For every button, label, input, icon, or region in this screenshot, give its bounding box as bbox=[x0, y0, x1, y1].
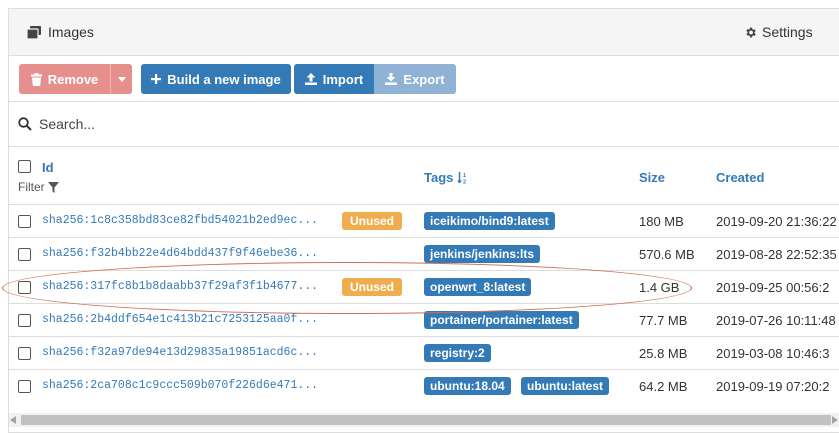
image-tag-badge: portainer/portainer:latest bbox=[424, 311, 579, 329]
image-created: 2019-09-25 00:56:2 bbox=[716, 280, 830, 295]
image-size: 570.6 MB bbox=[639, 247, 695, 262]
build-image-button[interactable]: Build a new image bbox=[141, 64, 291, 94]
search-bar bbox=[9, 101, 839, 147]
image-tag-badge: registry:2 bbox=[424, 344, 491, 362]
trash-icon bbox=[30, 72, 42, 86]
page-title: Images bbox=[27, 24, 94, 40]
upload-icon bbox=[304, 73, 317, 85]
unused-badge: Unused bbox=[342, 212, 403, 230]
image-tag-badge: jenkins/jenkins:lts bbox=[424, 245, 541, 263]
column-header-created[interactable]: Created bbox=[716, 170, 764, 185]
image-size: 180 MB bbox=[639, 214, 684, 229]
select-all-checkbox[interactable] bbox=[18, 160, 31, 173]
image-tag-badge: ubuntu:latest bbox=[521, 377, 609, 395]
image-tag-badge: openwrt_8:latest bbox=[424, 278, 532, 296]
sort-alpha-asc-icon: 1 2 bbox=[457, 171, 466, 184]
column-header-size[interactable]: Size bbox=[639, 170, 665, 185]
settings-link[interactable]: Settings bbox=[744, 24, 813, 40]
svg-text:1: 1 bbox=[463, 173, 466, 179]
table-row: sha256:2b4ddf654e1c413b21c7253125aa0f...… bbox=[9, 304, 839, 337]
row-checkbox[interactable] bbox=[18, 248, 31, 261]
remove-label: Remove bbox=[47, 71, 99, 87]
download-icon bbox=[385, 73, 398, 85]
image-id-link[interactable]: sha256:f32b4bb22e4d64bdd437f9f46ebe36... bbox=[42, 247, 318, 260]
remove-dropdown-toggle[interactable] bbox=[110, 64, 132, 94]
image-size: 25.8 MB bbox=[639, 346, 688, 361]
gear-icon bbox=[746, 27, 756, 37]
scrollbar-thumb[interactable] bbox=[21, 415, 831, 425]
image-size: 1.4 GB bbox=[639, 280, 680, 295]
table-header: Id Filter Tags 1 2 Size Created bbox=[9, 146, 839, 205]
image-created: 2019-09-19 07:20:2 bbox=[716, 379, 830, 394]
image-id-link[interactable]: sha256:1c8c358bd83ce82fbd54021b2ed9ec... bbox=[42, 214, 318, 227]
unused-badge: Unused bbox=[342, 278, 403, 296]
row-checkbox[interactable] bbox=[18, 215, 31, 228]
filter-icon bbox=[47, 181, 59, 193]
filter-toggle[interactable]: Filter bbox=[18, 180, 59, 194]
search-icon bbox=[18, 117, 32, 131]
image-tag-badge: ubuntu:18.04 bbox=[424, 377, 511, 395]
filter-label: Filter bbox=[18, 180, 45, 194]
search-input[interactable] bbox=[39, 112, 799, 136]
scroll-right-arrow-icon[interactable] bbox=[832, 416, 838, 424]
image-created: 2019-03-08 10:46:3 bbox=[716, 346, 830, 361]
import-button[interactable]: Import bbox=[294, 64, 374, 94]
remove-button[interactable]: Remove bbox=[19, 64, 110, 94]
images-icon bbox=[27, 25, 41, 39]
export-button[interactable]: Export bbox=[374, 64, 456, 94]
page-title-text: Images bbox=[48, 24, 94, 40]
table-row: sha256:317fc8b1b8daabb37f29af3f1b4677...… bbox=[9, 271, 839, 304]
image-id-link[interactable]: sha256:317fc8b1b8daabb37f29af3f1b4677... bbox=[42, 280, 318, 293]
image-created: 2019-09-20 21:36:22 bbox=[716, 214, 837, 229]
row-checkbox[interactable] bbox=[18, 347, 31, 360]
image-id-link[interactable]: sha256:2ca708c1c9ccc509b070f226d6e471... bbox=[42, 379, 318, 392]
image-size: 77.7 MB bbox=[639, 313, 688, 328]
caret-down-icon bbox=[117, 76, 126, 82]
image-id-link[interactable]: sha256:f32a97de94e13d29835a19851acd6c... bbox=[42, 346, 318, 359]
row-checkbox[interactable] bbox=[18, 380, 31, 393]
image-created: 2019-08-28 22:52:35 bbox=[716, 247, 837, 262]
build-label: Build a new image bbox=[167, 71, 281, 87]
panel-header: Images Settings bbox=[9, 9, 839, 56]
column-header-tags[interactable]: Tags 1 2 bbox=[424, 170, 469, 185]
import-label: Import bbox=[322, 71, 364, 87]
image-tag-badge: iceikimo/bind9:latest bbox=[424, 212, 555, 230]
toolbar: Remove Build a new image Import Export bbox=[9, 55, 839, 101]
column-header-tags-label: Tags bbox=[424, 170, 454, 185]
images-panel: Images Settings Remove Build a new image… bbox=[8, 8, 839, 433]
svg-text:2: 2 bbox=[463, 179, 466, 184]
column-header-id[interactable]: Id bbox=[42, 160, 54, 175]
image-created: 2019-07-26 10:11:48 bbox=[716, 313, 836, 328]
horizontal-scrollbar[interactable] bbox=[9, 413, 839, 427]
table-row: sha256:1c8c358bd83ce82fbd54021b2ed9ec...… bbox=[9, 205, 839, 238]
table-row: sha256:f32b4bb22e4d64bdd437f9f46ebe36...… bbox=[9, 238, 839, 271]
scroll-left-arrow-icon[interactable] bbox=[10, 416, 16, 424]
plus-icon bbox=[151, 74, 162, 84]
table-row: sha256:2ca708c1c9ccc509b070f226d6e471...… bbox=[9, 370, 839, 402]
export-label: Export bbox=[403, 71, 445, 87]
image-size: 64.2 MB bbox=[639, 379, 688, 394]
image-id-link[interactable]: sha256:2b4ddf654e1c413b21c7253125aa0f... bbox=[42, 313, 318, 326]
row-checkbox[interactable] bbox=[18, 281, 31, 294]
table-row: sha256:f32a97de94e13d29835a19851acd6c...… bbox=[9, 337, 839, 370]
row-checkbox[interactable] bbox=[18, 314, 31, 327]
settings-label: Settings bbox=[762, 24, 813, 40]
